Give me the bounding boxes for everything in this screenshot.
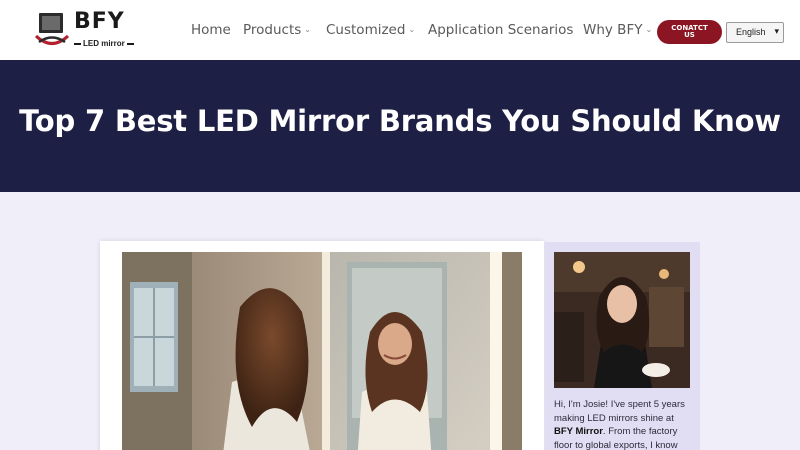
contact-us-button[interactable]: CONATCT US bbox=[657, 20, 722, 44]
chevron-down-icon: ⌄ bbox=[408, 25, 416, 34]
language-select-value: English bbox=[736, 27, 766, 37]
nav-why-bfy[interactable]: Why BFY ⌄ bbox=[583, 22, 652, 38]
site-header: BFY LED mirror Home Products ⌄ Customized… bbox=[0, 0, 800, 60]
nav-customized[interactable]: Customized ⌄ bbox=[326, 22, 415, 38]
logo-wordmark: BFY bbox=[74, 9, 125, 34]
page-title: Top 7 Best LED Mirror Brands You Should … bbox=[19, 104, 781, 138]
logo-tagline: LED mirror bbox=[72, 39, 136, 48]
author-photo bbox=[554, 252, 690, 388]
nav-home[interactable]: Home bbox=[191, 22, 231, 38]
article-card bbox=[100, 241, 544, 450]
author-bio: Hi, I'm Josie! I've spent 5 years making… bbox=[554, 399, 685, 450]
contact-button-line2: US bbox=[684, 31, 695, 39]
site-logo[interactable]: BFY LED mirror bbox=[34, 9, 134, 53]
author-card: Hi, I'm Josie! I've spent 5 years making… bbox=[545, 242, 700, 450]
hero-banner: Top 7 Best LED Mirror Brands You Should … bbox=[0, 60, 800, 192]
language-select[interactable]: English ▾ bbox=[726, 22, 784, 43]
nav-products[interactable]: Products ⌄ bbox=[243, 22, 311, 38]
mirror-stand-logo-icon bbox=[34, 13, 70, 45]
nav-application-scenarios[interactable]: Application Scenarios bbox=[428, 22, 573, 38]
article-feature-image bbox=[122, 252, 522, 450]
brand-name: BFY Mirror bbox=[554, 426, 603, 437]
chevron-down-icon: ⌄ bbox=[645, 25, 653, 34]
chevron-down-icon: ⌄ bbox=[304, 25, 311, 34]
select-arrow-icon: ▾ bbox=[774, 26, 779, 36]
